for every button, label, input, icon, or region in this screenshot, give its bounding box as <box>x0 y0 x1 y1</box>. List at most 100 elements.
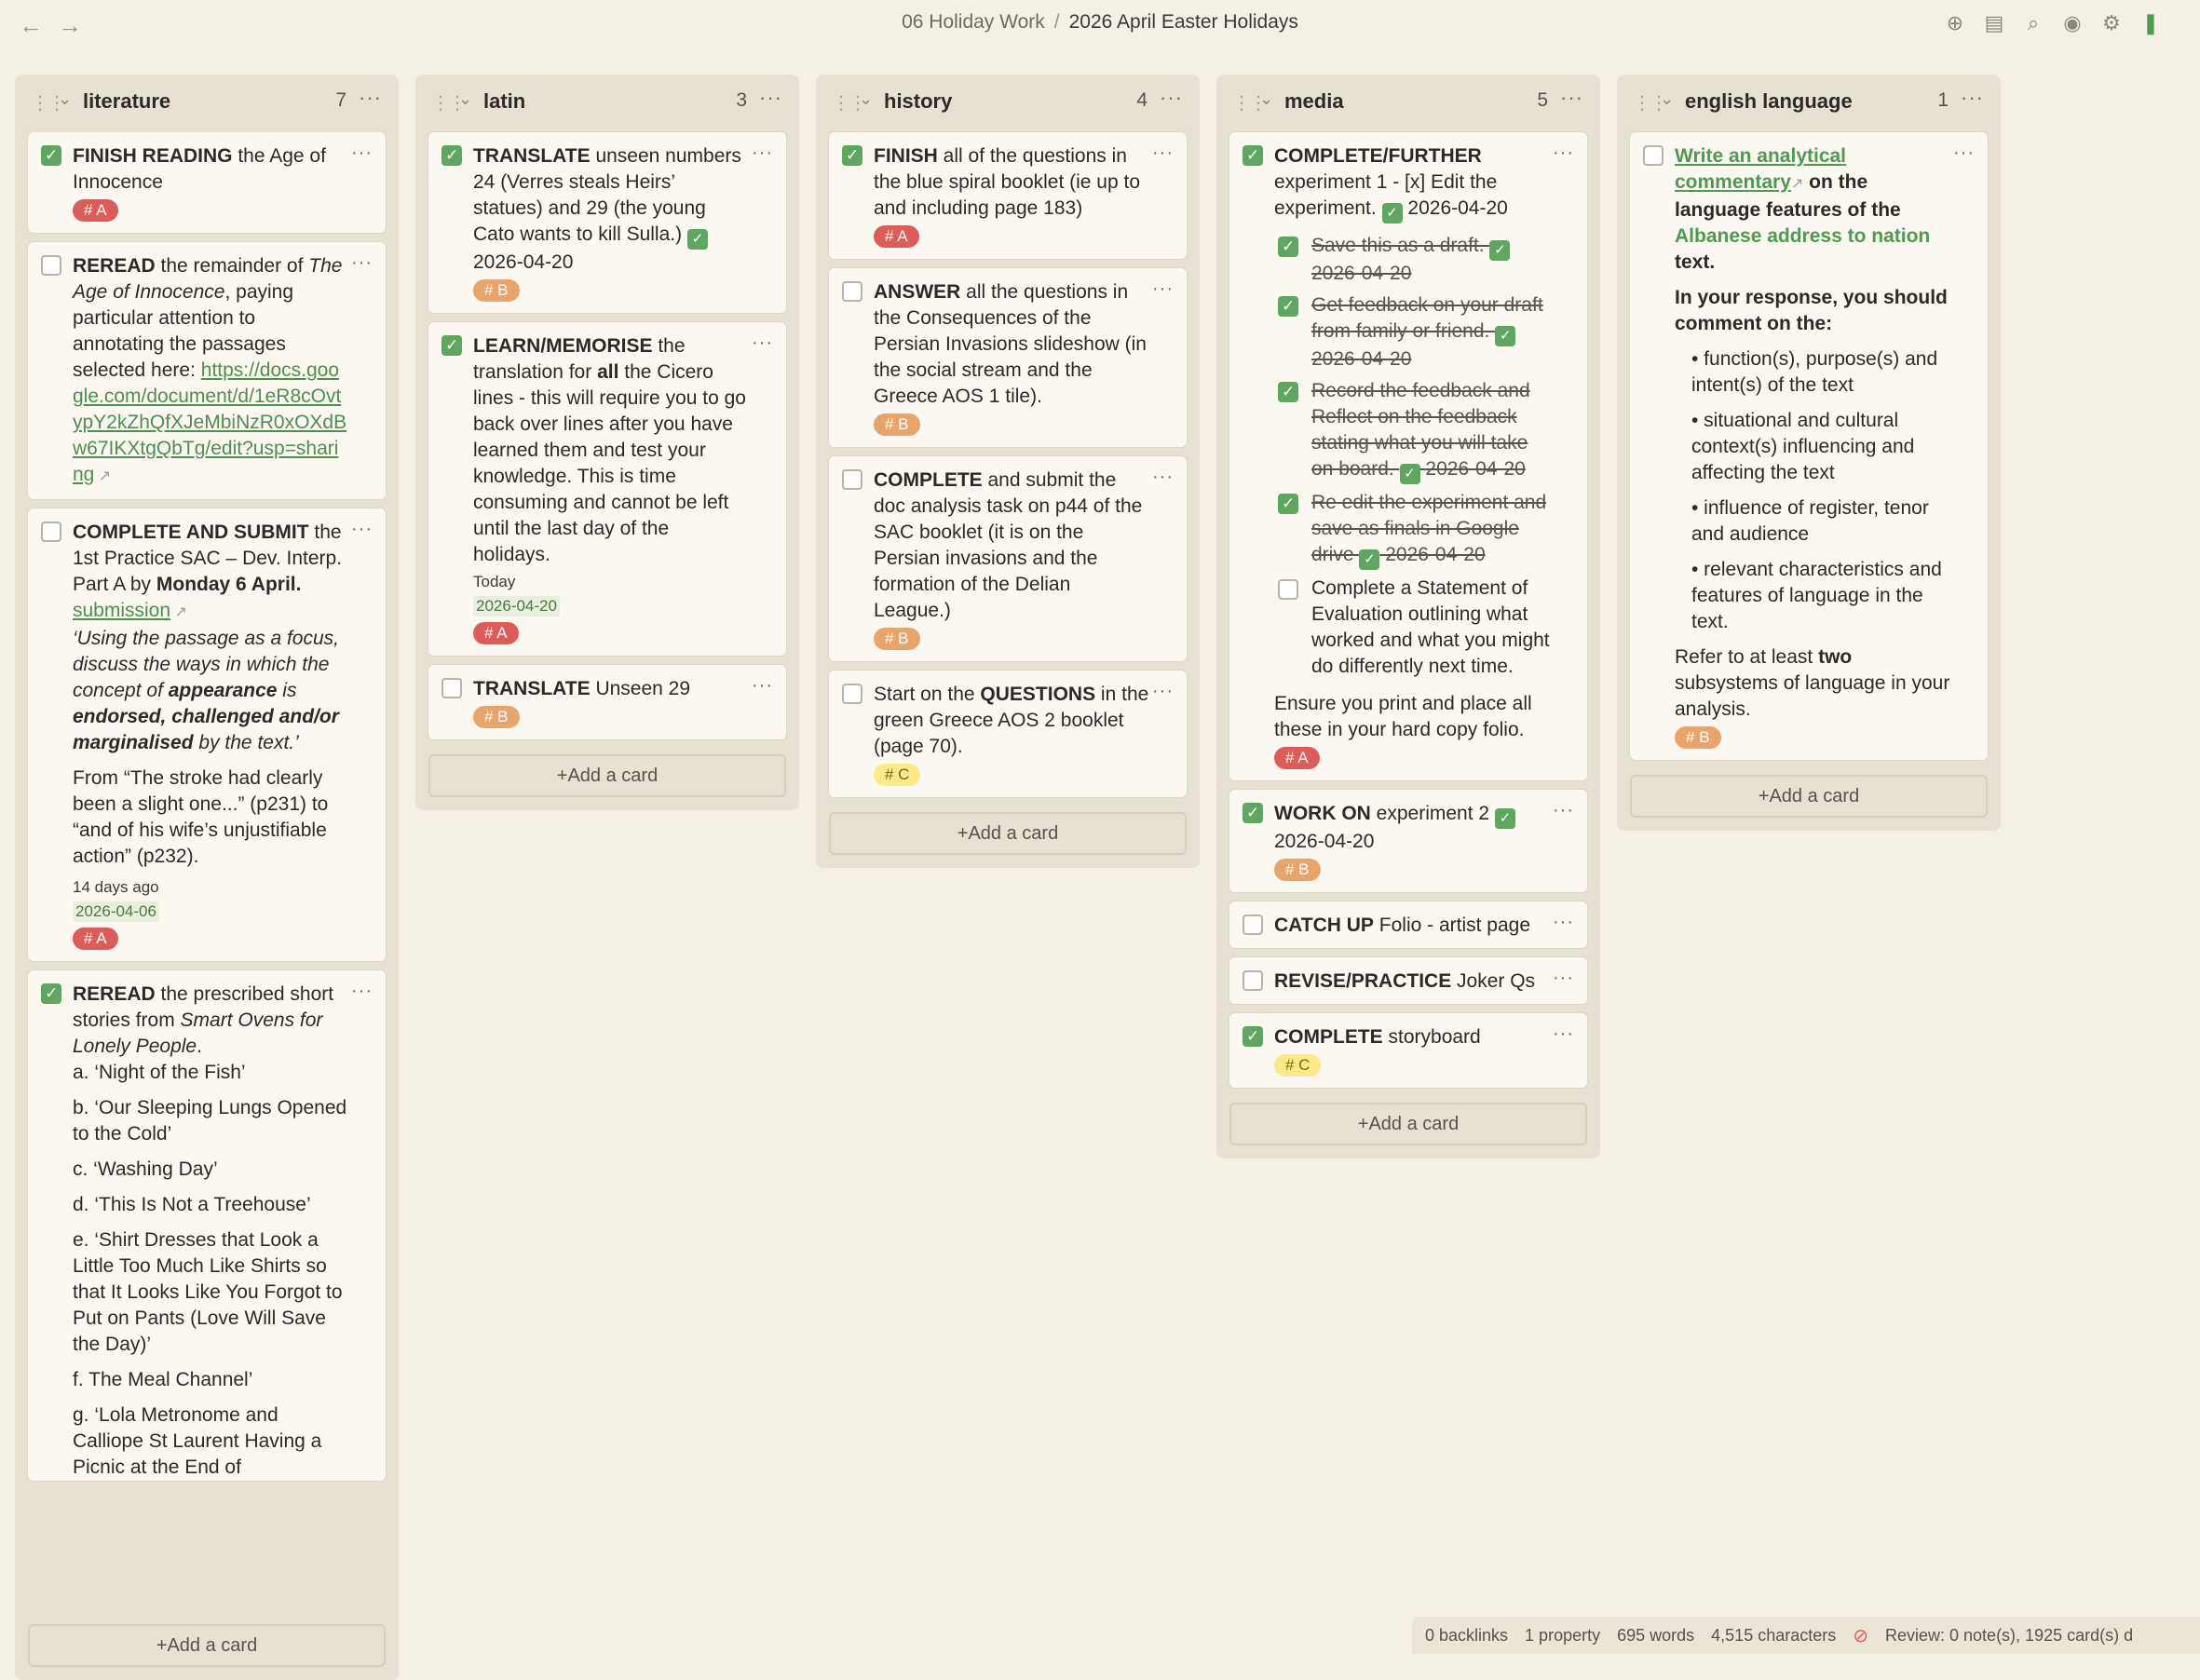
checkbox-checked[interactable] <box>441 335 462 356</box>
tag-c[interactable]: # C <box>1274 1054 1322 1077</box>
add-card-button[interactable]: +Add a card <box>428 754 786 797</box>
more-icon[interactable]: ··· <box>752 672 773 698</box>
checkbox[interactable] <box>842 281 862 302</box>
more-icon[interactable]: ··· <box>1152 678 1174 704</box>
tag-c[interactable]: # C <box>874 764 921 786</box>
checkbox-checked[interactable] <box>1278 296 1298 317</box>
tag-b[interactable]: # B <box>473 279 520 302</box>
card[interactable]: ··· Start on the QUESTIONS in the green … <box>829 671 1187 797</box>
more-icon[interactable]: ··· <box>752 330 773 356</box>
checkbox[interactable] <box>1243 915 1263 935</box>
card-link[interactable]: submission <box>73 600 170 621</box>
checkbox-checked[interactable] <box>41 145 61 166</box>
breadcrumb-current[interactable]: 2026 April Easter Holidays <box>1069 11 1298 33</box>
lane-title[interactable]: latin <box>483 89 525 114</box>
more-icon[interactable]: ··· <box>759 86 782 110</box>
checkbox-checked[interactable] <box>1243 1026 1263 1047</box>
checkbox-checked[interactable] <box>1278 494 1298 514</box>
card[interactable]: ··· CATCH UP Folio - artist page <box>1229 901 1587 948</box>
lane-title[interactable]: literature <box>83 89 170 114</box>
tag-a[interactable]: # A <box>874 225 919 248</box>
checkbox[interactable] <box>842 469 862 490</box>
card[interactable]: ··· LEARN/MEMORISE the translation for a… <box>428 322 786 656</box>
property-count[interactable]: 1 property <box>1525 1626 1600 1646</box>
lane-title[interactable]: english language <box>1685 89 1853 114</box>
checkbox-checked[interactable] <box>441 145 462 166</box>
checkbox[interactable] <box>41 522 61 542</box>
card[interactable]: ··· TRANSLATE Unseen 29 # B <box>428 665 786 739</box>
chevron-down-icon[interactable]: ⌄ <box>1660 89 1674 109</box>
checkbox-checked[interactable] <box>1243 803 1263 823</box>
date-chip[interactable]: 2026-04-06 <box>73 901 159 922</box>
more-icon[interactable]: ··· <box>1152 464 1174 490</box>
card[interactable]: ··· REREAD the remainder of The Age of I… <box>28 242 386 499</box>
search-icon[interactable]: ⌕ <box>2021 11 2045 35</box>
plus-circle-icon[interactable]: ⊕ <box>1943 11 1967 35</box>
add-card-button[interactable]: +Add a card <box>829 812 1187 855</box>
tag-a[interactable]: # A <box>73 199 118 222</box>
tag-b[interactable]: # B <box>1675 726 1721 749</box>
sync-off-icon[interactable]: ⊘ <box>1853 1624 1868 1647</box>
checkbox-checked[interactable] <box>41 983 61 1004</box>
checkbox-checked[interactable] <box>1243 145 1263 166</box>
lane-title[interactable]: history <box>884 89 952 114</box>
add-card-button[interactable]: +Add a card <box>28 1624 386 1667</box>
more-icon[interactable]: ··· <box>1160 86 1183 110</box>
more-icon[interactable]: ··· <box>1152 140 1174 166</box>
tag-b[interactable]: # B <box>874 628 920 650</box>
checkbox-checked[interactable] <box>1278 237 1298 257</box>
checkbox[interactable] <box>1243 970 1263 991</box>
gear-icon[interactable]: ⚙ <box>2099 11 2124 35</box>
more-icon[interactable]: ··· <box>1553 140 1574 166</box>
card[interactable]: ··· WORK ON experiment 2 ✓ 2026-04-20 # … <box>1229 790 1587 892</box>
card[interactable]: ··· Write an analytical commentary↗ on t… <box>1630 132 1988 760</box>
more-icon[interactable]: ··· <box>351 140 373 166</box>
more-icon[interactable]: ··· <box>351 250 373 276</box>
more-icon[interactable]: ··· <box>1553 797 1574 823</box>
add-card-button[interactable]: +Add a card <box>1630 775 1988 818</box>
bookmark-icon[interactable]: ❚ <box>2139 11 2163 35</box>
more-icon[interactable]: ··· <box>1961 86 1984 110</box>
card[interactable]: ··· COMPLETE AND SUBMIT the 1st Practice… <box>28 508 386 961</box>
more-icon[interactable]: ··· <box>1560 86 1583 110</box>
more-icon[interactable]: ··· <box>359 86 382 110</box>
lane-title[interactable]: media <box>1284 89 1344 114</box>
camera-icon[interactable]: ◉ <box>2060 11 2085 35</box>
card[interactable]: ··· REREAD the prescribed short stories … <box>28 970 386 1481</box>
card[interactable]: ··· ANSWER all the questions in the Cons… <box>829 268 1187 447</box>
tag-a[interactable]: # A <box>1274 747 1320 769</box>
card[interactable]: ··· FINISH READING the Age of Innocence … <box>28 132 386 233</box>
chevron-down-icon[interactable]: ⌄ <box>859 89 873 109</box>
card[interactable]: ··· COMPLETE/FURTHER experiment 1 - [x] … <box>1229 132 1587 780</box>
tag-a[interactable]: # A <box>473 622 519 644</box>
backlinks-count[interactable]: 0 backlinks <box>1425 1626 1508 1646</box>
tag-b[interactable]: # B <box>473 706 520 728</box>
date-chip[interactable]: 2026-04-20 <box>473 596 560 616</box>
chevron-down-icon[interactable]: ⌄ <box>458 89 472 109</box>
checkbox[interactable] <box>842 684 862 704</box>
chevron-down-icon[interactable]: ⌄ <box>58 89 72 109</box>
tag-a[interactable]: # A <box>73 928 118 950</box>
checkbox-checked[interactable] <box>1278 382 1298 402</box>
checkbox[interactable] <box>441 678 462 698</box>
more-icon[interactable]: ··· <box>1553 909 1574 935</box>
checkbox[interactable] <box>1643 145 1664 166</box>
more-icon[interactable]: ··· <box>1553 1021 1574 1047</box>
card[interactable]: ··· TRANSLATE unseen numbers 24 (Verres … <box>428 132 786 313</box>
more-icon[interactable]: ··· <box>1953 140 1975 166</box>
more-icon[interactable]: ··· <box>351 978 373 1004</box>
breadcrumb-parent[interactable]: 06 Holiday Work <box>902 11 1045 33</box>
more-icon[interactable]: ··· <box>752 140 773 166</box>
card[interactable]: ··· REVISE/PRACTICE Joker Qs <box>1229 957 1587 1004</box>
more-icon[interactable]: ··· <box>351 516 373 542</box>
checkbox[interactable] <box>41 255 61 276</box>
card[interactable]: ··· FINISH all of the questions in the b… <box>829 132 1187 259</box>
more-icon[interactable]: ··· <box>1553 965 1574 991</box>
card[interactable]: ··· COMPLETE storyboard # C <box>1229 1013 1587 1088</box>
chevron-down-icon[interactable]: ⌄ <box>1259 89 1273 109</box>
checkbox-checked[interactable] <box>842 145 862 166</box>
document-icon[interactable]: ▤ <box>1982 11 2006 35</box>
checkbox[interactable] <box>1278 579 1298 600</box>
tag-b[interactable]: # B <box>874 413 920 436</box>
card[interactable]: ··· COMPLETE and submit the doc analysis… <box>829 456 1187 661</box>
